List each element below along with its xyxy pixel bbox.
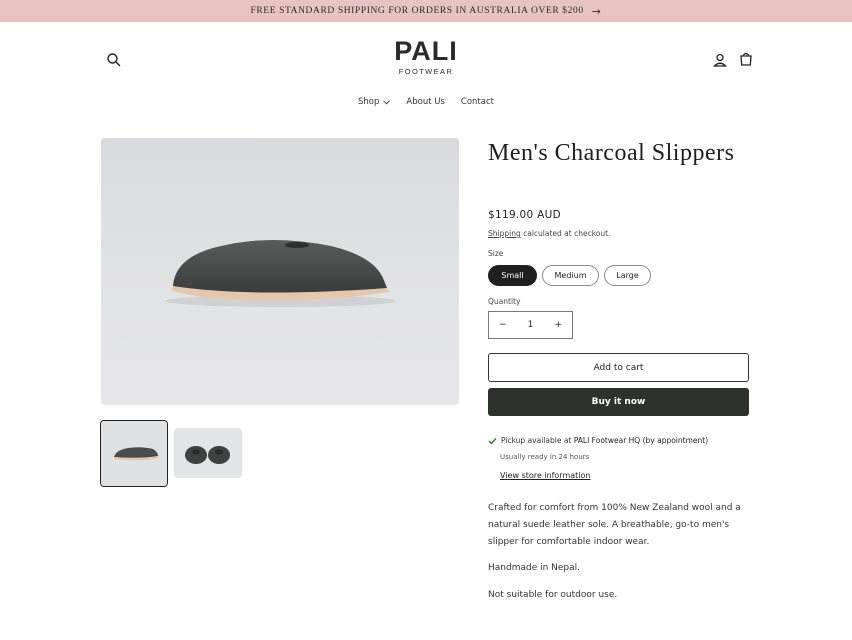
description-paragraph-2: Handmade in Nepal. <box>488 563 581 573</box>
size-option-small[interactable]: Small <box>488 265 537 286</box>
quantity-stepper: − 1 + <box>488 311 573 339</box>
main-nav: Shop About Us Contact <box>0 97 852 107</box>
nav-shop[interactable]: Shop <box>358 97 391 107</box>
pickup-ready-time: Usually ready in 24 hours <box>500 453 590 461</box>
check-icon <box>488 437 497 445</box>
pickup-location: PALI Footwear HQ (by appointment) <box>573 436 709 445</box>
size-option-large[interactable]: Large <box>604 265 651 286</box>
product-price: $119.00 AUD <box>488 209 562 221</box>
size-label: Size <box>488 249 504 258</box>
logo[interactable]: PALI FOOTWEAR <box>380 36 472 77</box>
buy-now-button[interactable]: Buy it now <box>488 388 749 416</box>
size-option-medium[interactable]: Medium <box>542 265 599 286</box>
quantity-value[interactable]: 1 <box>528 320 534 330</box>
announcement-text: FREE STANDARD SHIPPING FOR ORDERS IN AUS… <box>250 6 584 16</box>
logo-sub: FOOTWEAR <box>398 67 454 76</box>
announcement-bar[interactable]: FREE STANDARD SHIPPING FOR ORDERS IN AUS… <box>0 0 852 22</box>
thumbnail-1[interactable] <box>100 420 168 487</box>
view-store-information-link[interactable]: View store information <box>500 471 590 480</box>
nav-shop-label: Shop <box>358 97 380 107</box>
shipping-note: Shipping calculated at checkout. <box>488 229 610 238</box>
nav-about[interactable]: About Us <box>406 97 444 107</box>
slipper-pair-thumbnail <box>174 428 242 478</box>
logo-main: PALI <box>394 36 458 66</box>
slipper-image <box>101 138 459 405</box>
nav-contact[interactable]: Contact <box>461 97 494 107</box>
slipper-side-thumbnail <box>101 421 167 486</box>
description-paragraph-1: Crafted for comfort from 100% New Zealan… <box>488 503 741 547</box>
product-main-image[interactable] <box>101 138 459 405</box>
quantity-label: Quantity <box>488 297 521 306</box>
search-icon[interactable] <box>106 52 122 68</box>
quantity-plus-button[interactable]: + <box>554 320 562 330</box>
pickup-availability: Pickup available at PALI Footwear HQ (by… <box>488 436 708 445</box>
description-paragraph-3: Not suitable for outdoor use. <box>488 590 618 600</box>
chevron-down-icon <box>383 99 391 105</box>
thumbnail-2[interactable] <box>174 428 242 478</box>
pickup-prefix: Pickup available at <box>501 436 574 445</box>
account-icon[interactable] <box>712 52 728 68</box>
add-to-cart-button[interactable]: Add to cart <box>488 353 749 382</box>
shipping-text: calculated at checkout. <box>520 229 611 238</box>
shipping-link[interactable]: Shipping <box>488 229 521 238</box>
product-title: Men's Charcoal Slippers <box>488 140 735 166</box>
arrow-right-icon: → <box>591 4 602 18</box>
cart-icon[interactable] <box>738 51 754 67</box>
quantity-minus-button[interactable]: − <box>499 320 507 330</box>
